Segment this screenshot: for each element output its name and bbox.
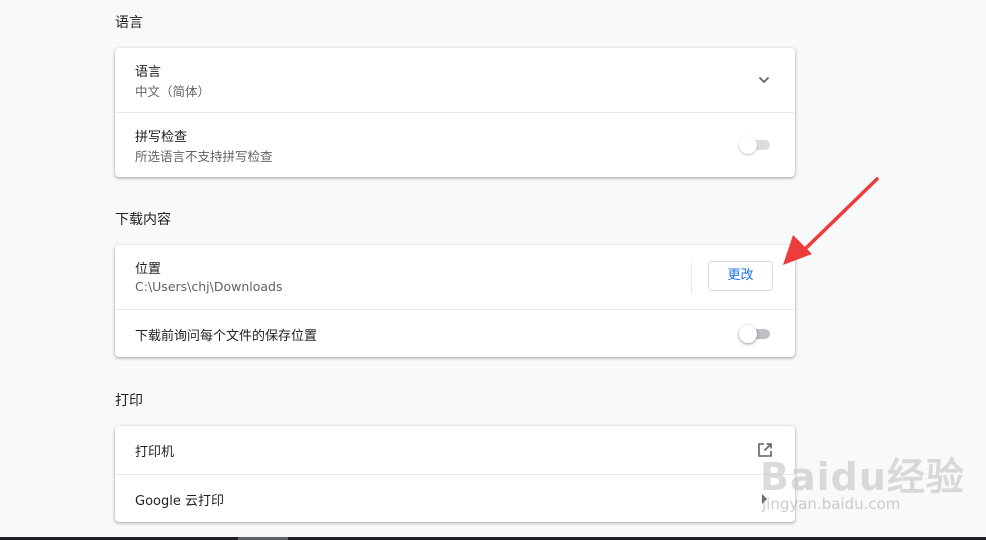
cloud-print-title: Google 云打印 bbox=[135, 494, 224, 509]
open-in-new-icon[interactable] bbox=[757, 442, 773, 458]
download-location-row: 位置 C:\Users\chj\Downloads 更改 bbox=[115, 245, 795, 309]
language-row[interactable]: 语言 中文（简体） bbox=[115, 48, 795, 112]
row-divider bbox=[691, 262, 692, 294]
printers-row[interactable]: 打印机 bbox=[115, 426, 795, 474]
language-row-title: 语言 bbox=[135, 65, 162, 80]
downloads-card: 位置 C:\Users\chj\Downloads 更改 下载前询问每个文件的保… bbox=[115, 245, 795, 357]
spellcheck-row: 拼写检查 所选语言不支持拼写检查 bbox=[115, 112, 795, 178]
spellcheck-toggle[interactable] bbox=[739, 136, 773, 154]
toggle-knob bbox=[739, 325, 757, 343]
spellcheck-title: 拼写检查 bbox=[135, 130, 188, 145]
section-title-downloads: 下载内容 bbox=[115, 212, 171, 228]
ask-save-location-row: 下载前询问每个文件的保存位置 bbox=[115, 309, 795, 358]
printing-card: 打印机 Google 云打印 bbox=[115, 426, 795, 522]
cloud-print-row[interactable]: Google 云打印 bbox=[115, 474, 795, 523]
change-location-button[interactable]: 更改 bbox=[708, 261, 773, 291]
ask-save-location-toggle[interactable] bbox=[739, 325, 773, 343]
section-title-printing: 打印 bbox=[115, 393, 143, 409]
section-title-language: 语言 bbox=[115, 15, 143, 31]
ask-save-location-title: 下载前询问每个文件的保存位置 bbox=[135, 329, 318, 344]
toggle-knob bbox=[739, 136, 757, 154]
chevron-down-icon[interactable] bbox=[757, 73, 771, 87]
spellcheck-subtitle: 所选语言不支持拼写检查 bbox=[135, 149, 273, 164]
language-row-value: 中文（简体） bbox=[135, 84, 211, 99]
download-location-title: 位置 bbox=[135, 262, 162, 277]
language-card: 语言 中文（简体） 拼写检查 所选语言不支持拼写检查 bbox=[115, 48, 795, 177]
arrow-right-icon[interactable] bbox=[761, 494, 767, 504]
download-location-path: C:\Users\chj\Downloads bbox=[135, 279, 283, 294]
printers-title: 打印机 bbox=[135, 445, 175, 460]
